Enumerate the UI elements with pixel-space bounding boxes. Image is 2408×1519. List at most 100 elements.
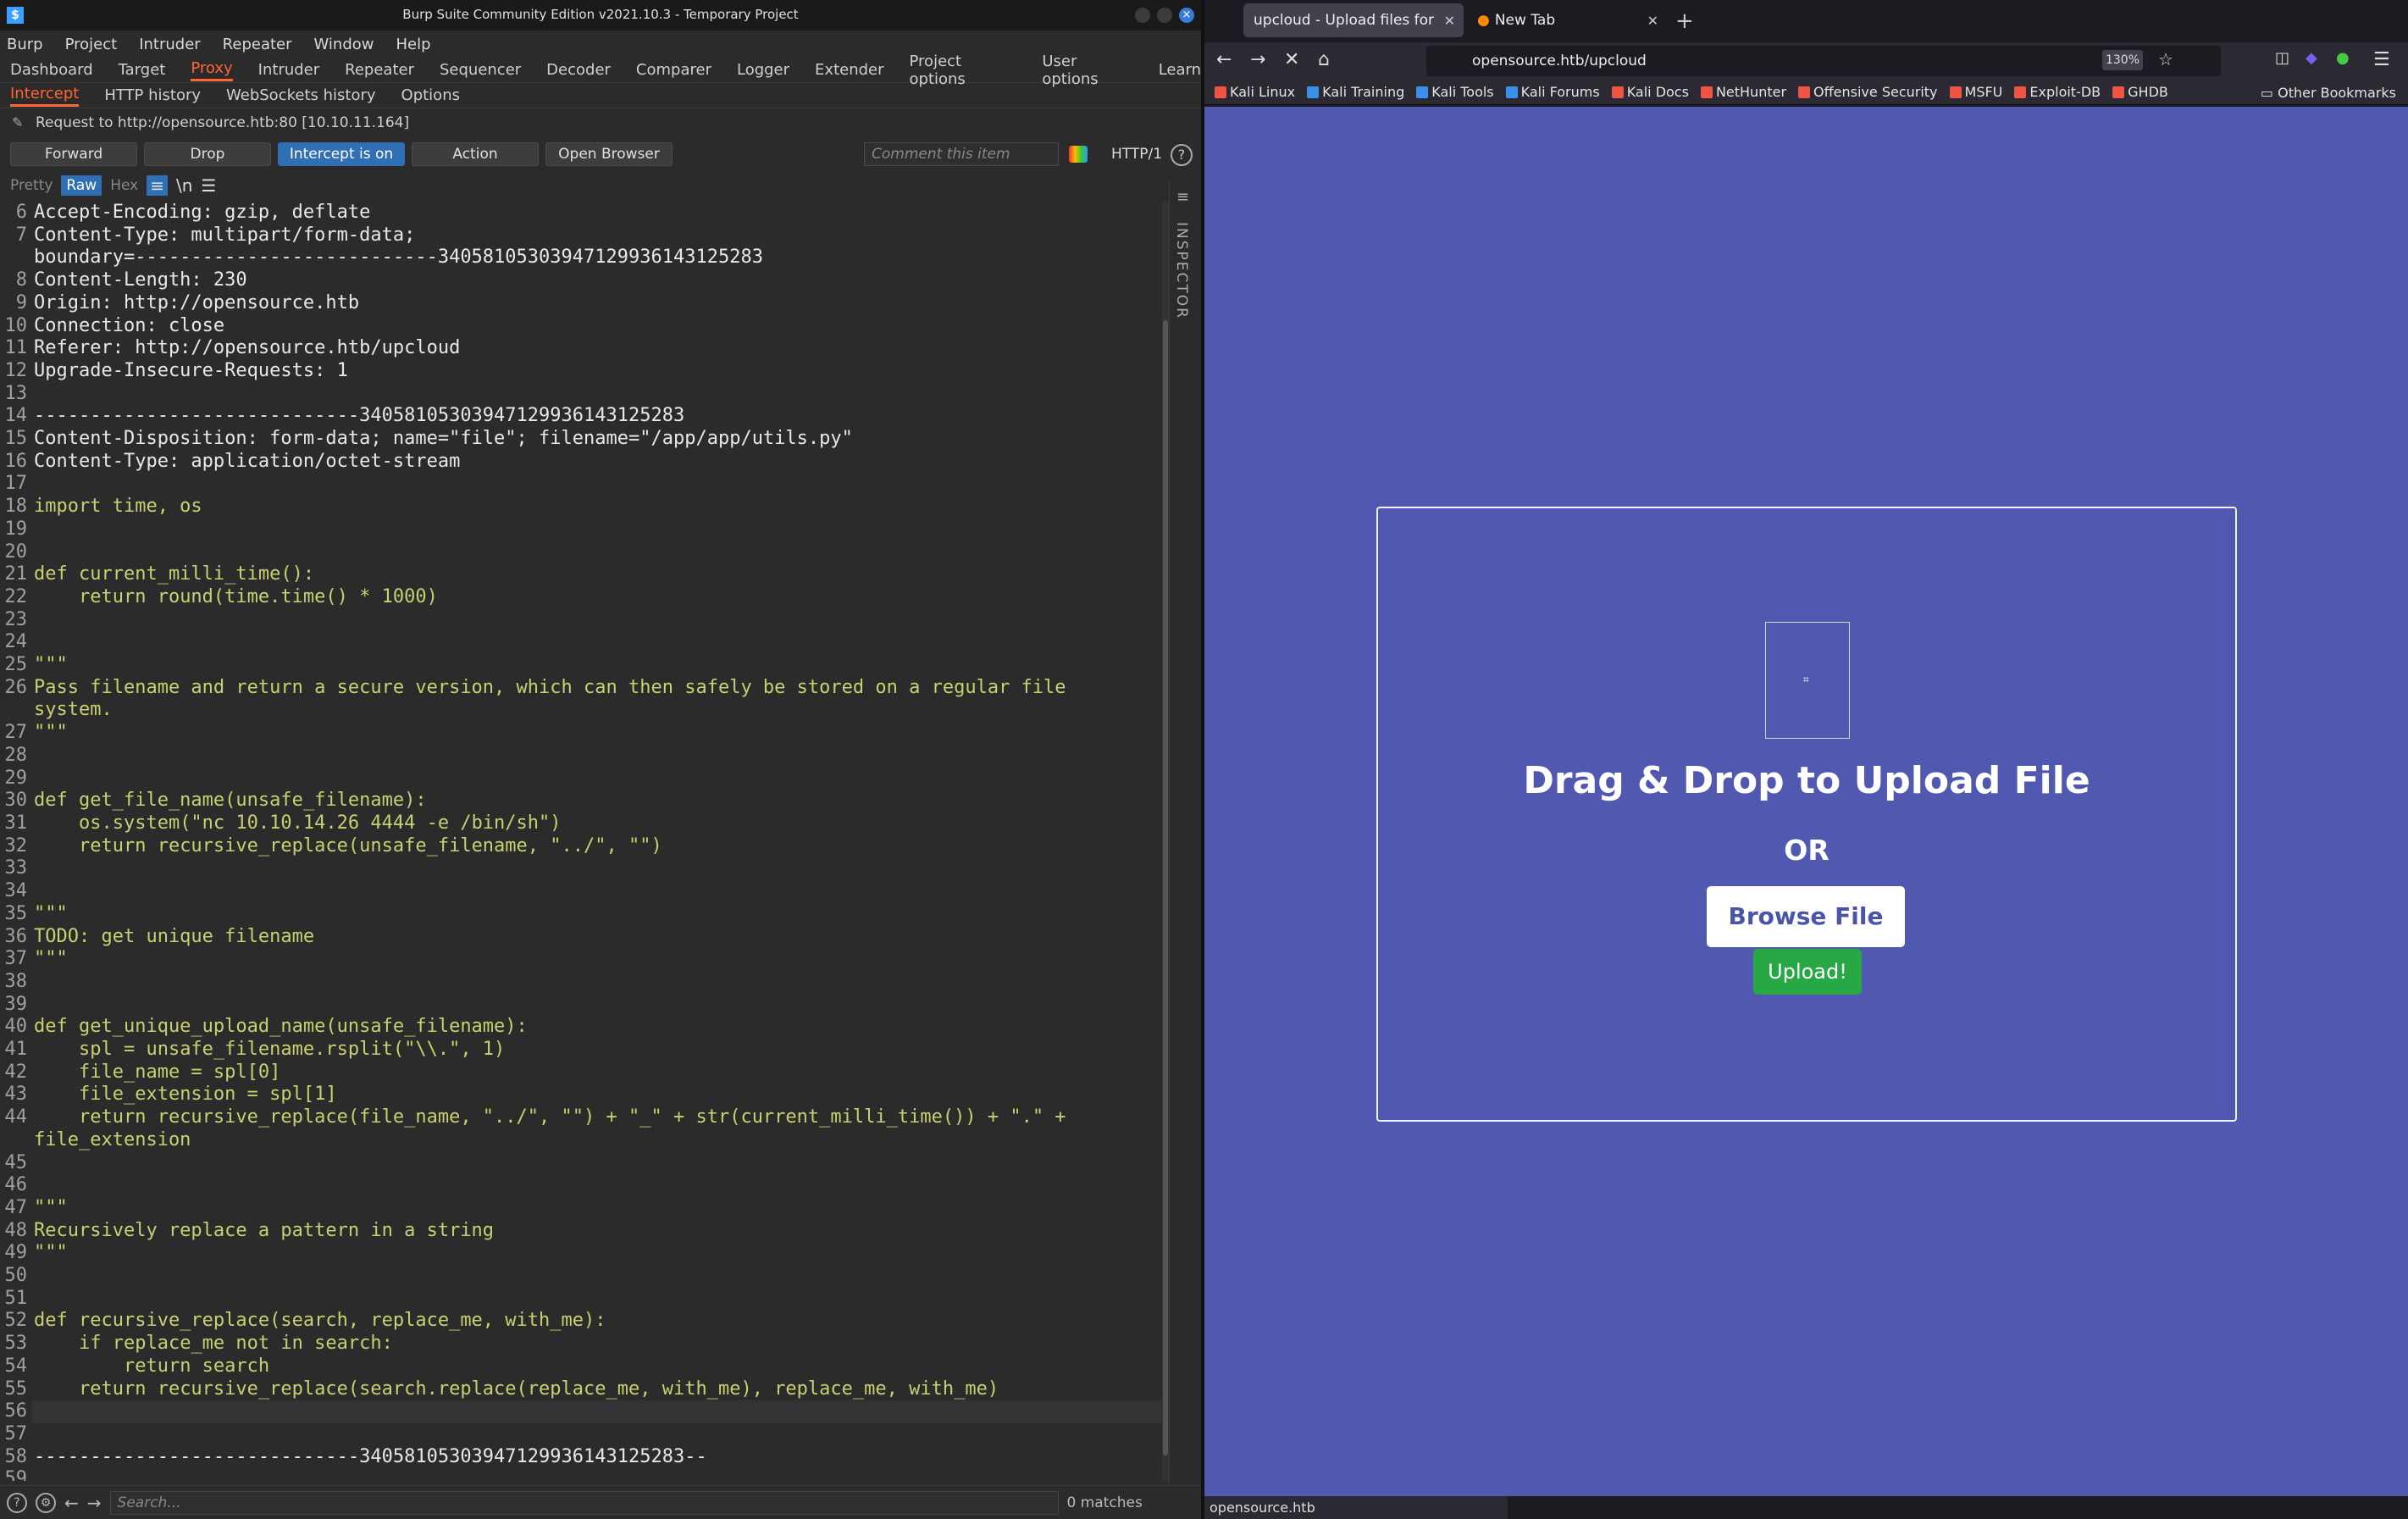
upload-button[interactable]: Upload! — [1753, 949, 1862, 995]
forward-button[interactable]: Forward — [10, 142, 137, 166]
help-icon[interactable]: ? — [7, 1492, 27, 1513]
tab-proxy[interactable]: Proxy — [191, 59, 233, 81]
tab-target[interactable]: Target — [119, 61, 166, 79]
menu-icon[interactable]: ☰ — [201, 175, 216, 196]
subtab-intercept[interactable]: Intercept — [10, 85, 80, 107]
subtab-http-history[interactable]: HTTP history — [104, 86, 201, 104]
tab-sequencer[interactable]: Sequencer — [440, 61, 521, 79]
bookmark-offensive-security[interactable]: Offensive Security — [1798, 84, 1938, 100]
intercept-toggle-button[interactable]: Intercept is on — [278, 142, 405, 166]
code-text: def get_file_name(unsafe_filename): — [34, 790, 427, 812]
action-button[interactable]: Action — [412, 142, 539, 166]
wrap-lines-icon[interactable]: ≡ — [147, 175, 168, 196]
tab-logger[interactable]: Logger — [737, 61, 789, 79]
tab-decoder[interactable]: Decoder — [546, 61, 611, 79]
bookmark-icon — [1949, 86, 1962, 98]
url-text[interactable]: opensource.htb/upcloud — [1472, 53, 1647, 69]
line-number: 30 — [4, 790, 28, 812]
line-number: 54 — [4, 1355, 28, 1377]
mode-raw[interactable]: Raw — [61, 175, 102, 196]
open-browser-button[interactable]: Open Browser — [545, 142, 673, 166]
tab-extender[interactable]: Extender — [815, 61, 883, 79]
tab-new-tab[interactable]: ● New Tab ✕ — [1467, 3, 1667, 37]
gear-icon[interactable]: ⚙ — [36, 1492, 56, 1513]
browse-file-button[interactable]: Browse File — [1707, 886, 1905, 947]
mode-pretty[interactable]: Pretty — [10, 177, 53, 194]
line-number: 44 — [4, 1106, 28, 1128]
upload-dropzone[interactable]: ⌗ Drag & Drop to Upload File OR Browse F… — [1376, 507, 2237, 1122]
bookmark-icon — [1700, 86, 1713, 98]
new-tab-button[interactable]: + — [1675, 8, 1694, 34]
line-number: 47 — [4, 1196, 28, 1218]
menu-item-repeater[interactable]: Repeater — [223, 36, 292, 53]
comment-input[interactable]: Comment this item — [864, 142, 1059, 166]
search-input[interactable]: Search... — [109, 1490, 1059, 1515]
scrollbar-thumb[interactable] — [1163, 320, 1168, 1455]
tab-intruder[interactable]: Intruder — [258, 61, 319, 79]
tab-user-options[interactable]: User options — [1042, 53, 1132, 88]
http-version-toggle[interactable]: HTTP/1 — [1111, 146, 1162, 163]
extension-icon[interactable]: ◆ — [2306, 49, 2317, 67]
close-tab-icon[interactable]: ✕ — [1647, 13, 1658, 29]
line-number: 42 — [4, 1061, 28, 1083]
drop-button[interactable]: Drop — [144, 142, 271, 166]
code-line: 52 def recursive_replace(search, replace_… — [0, 1310, 1162, 1333]
minimize-button[interactable] — [1135, 8, 1150, 23]
close-tab-icon[interactable]: ✕ — [1444, 13, 1455, 29]
tab-comparer[interactable]: Comparer — [636, 61, 711, 79]
bookmark-kali-forums[interactable]: Kali Forums — [1505, 84, 1600, 100]
mode-hex[interactable]: Hex — [110, 177, 138, 194]
line-number: 12 — [4, 359, 28, 381]
back-icon[interactable]: ← — [1216, 49, 1232, 70]
tab-repeater[interactable]: Repeater — [345, 61, 414, 79]
tab-upcloud[interactable]: upcloud - Upload files for ✕ — [1243, 3, 1464, 37]
tab-project-options[interactable]: Project options — [910, 53, 1017, 88]
help-icon[interactable]: ? — [1171, 144, 1193, 166]
editor-scrollbar[interactable] — [1162, 202, 1169, 1481]
stop-icon[interactable]: ✕ — [1284, 49, 1299, 70]
maximize-button[interactable] — [1157, 8, 1172, 23]
inspector-menu-icon[interactable]: ≡ — [1176, 188, 1189, 206]
zoom-level[interactable]: 130% — [2102, 50, 2143, 70]
code-line: 11 Referer: http://opensource.htb/upcloud — [0, 337, 1162, 360]
bookmark-ghdb[interactable]: GHDB — [2112, 84, 2168, 100]
bookmark-msfu[interactable]: MSFU — [1949, 84, 2002, 100]
bookmark-kali-linux[interactable]: Kali Linux — [1215, 84, 1295, 100]
subtab-options[interactable]: Options — [401, 86, 460, 104]
bookmark-kali-training[interactable]: Kali Training — [1307, 84, 1404, 100]
menu-item-burp[interactable]: Burp — [7, 36, 43, 53]
bookmark-exploit-db[interactable]: Exploit-DB — [2014, 84, 2101, 100]
forward-arrow-icon[interactable]: → — [87, 1493, 102, 1513]
forward-icon[interactable]: → — [1250, 49, 1265, 70]
menu-item-project[interactable]: Project — [65, 36, 118, 53]
other-bookmarks[interactable]: ▭ Other Bookmarks — [2261, 85, 2396, 101]
code-line: 39 — [0, 994, 1162, 1017]
bookmark-nethunter[interactable]: NetHunter — [1700, 84, 1786, 100]
bookmark-kali-docs[interactable]: Kali Docs — [1611, 84, 1689, 100]
star-icon[interactable]: ☆ — [2158, 49, 2173, 69]
pencil-icon[interactable]: ✎ — [12, 115, 27, 130]
home-icon[interactable]: ⌂ — [1318, 49, 1330, 70]
bookmark-kali-tools[interactable]: Kali Tools — [1416, 84, 1494, 100]
bookmark-icon — [1307, 86, 1320, 98]
inspector-label[interactable]: INSPECTOR — [1173, 222, 1190, 319]
bookmark-icon — [1215, 86, 1226, 98]
extension-icon[interactable]: ● — [2336, 49, 2350, 67]
close-button[interactable]: × — [1179, 8, 1194, 23]
menu-item-help[interactable]: Help — [396, 36, 431, 53]
menu-item-intruder[interactable]: Intruder — [139, 36, 200, 53]
menu-item-window[interactable]: Window — [314, 36, 374, 53]
highlight-color-icon[interactable] — [1069, 146, 1088, 163]
subtab-websockets-history[interactable]: WebSockets history — [226, 86, 376, 104]
newline-toggle[interactable]: \n — [176, 175, 192, 196]
tab-learn[interactable]: Learn — [1159, 61, 1201, 79]
back-arrow-icon[interactable]: ← — [64, 1493, 79, 1513]
request-editor[interactable]: 6 Accept-Encoding: gzip, deflate 7 Content-… — [0, 202, 1162, 1481]
code-text: Origin: http://opensource.htb — [34, 291, 360, 313]
tab-dashboard[interactable]: Dashboard — [10, 61, 93, 79]
inspector-panel[interactable]: ≡ INSPECTOR — [1169, 180, 1201, 1484]
menu-icon[interactable]: ☰ — [2373, 49, 2390, 70]
bookmark-icon — [1505, 86, 1518, 98]
pocket-icon[interactable]: ◫ — [2275, 49, 2289, 67]
code-text: return recursive_replace(search.replace(… — [34, 1378, 999, 1400]
